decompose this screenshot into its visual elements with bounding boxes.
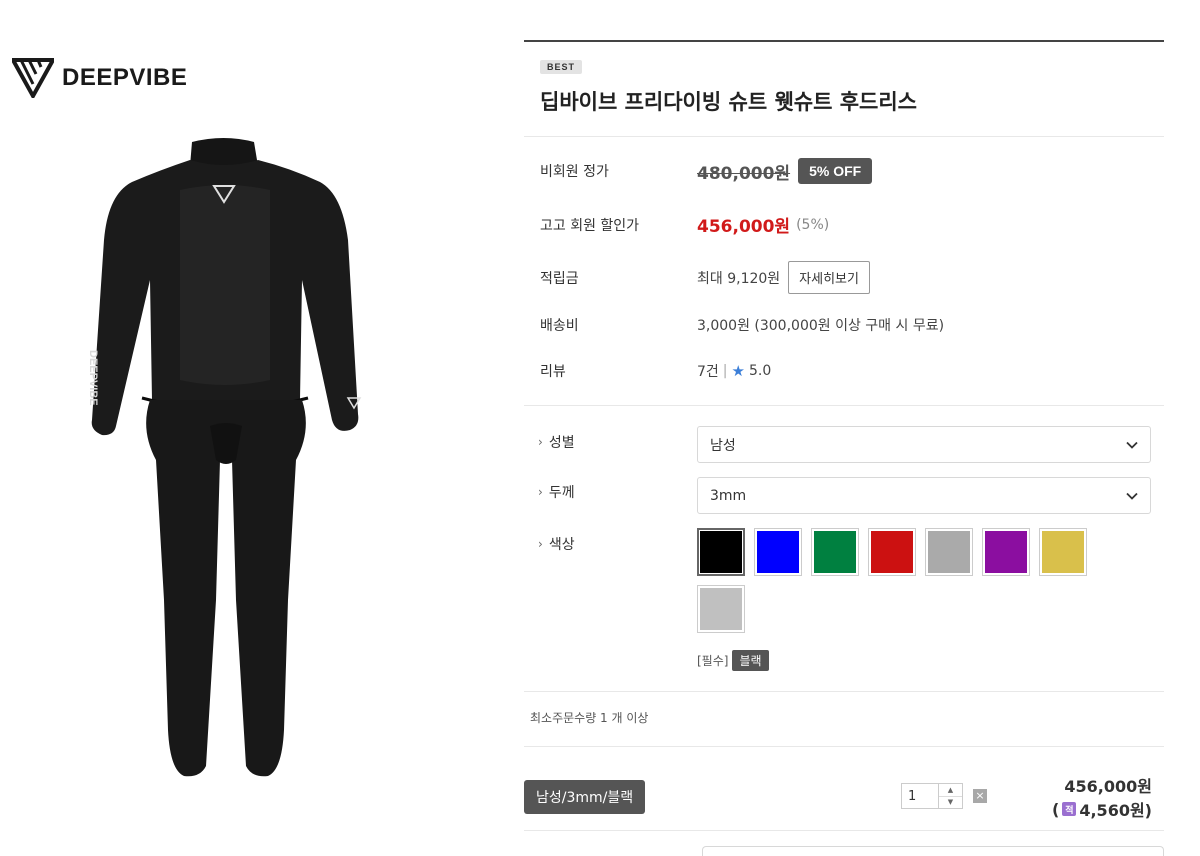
thickness-select[interactable]: 3mm <box>697 477 1151 514</box>
selected-option-tag: 남성/3mm/블랙 <box>524 780 646 814</box>
option-thickness-label: › 두께 <box>538 485 575 501</box>
product-image[interactable]: DEEPVIBE <box>70 130 390 790</box>
shipping-row: 배송비 3,000원 (300,000원 이상 구매 시 무료) <box>540 315 944 335</box>
points-icon: 적 <box>1062 802 1077 816</box>
color-swatches <box>697 528 1097 633</box>
color-swatch-fill <box>871 531 913 573</box>
wetsuit-image: DEEPVIBE <box>87 138 362 777</box>
quantity-down-icon[interactable]: ▼ <box>939 795 962 809</box>
points-detail-button[interactable]: 자세히보기 <box>788 261 870 294</box>
member-price-row: 고고 회원 할인가 456,000원 (5%) <box>540 212 830 238</box>
sleeve-text: DEEPVIBE <box>87 350 99 406</box>
color-swatch-fill <box>700 588 742 630</box>
deepvibe-logo-icon <box>12 58 54 98</box>
color-swatch-fill <box>700 531 742 573</box>
member-price-value: 456,000원 <box>697 217 791 237</box>
min-order-quantity: 최소주문수량 1 개 이상 <box>530 711 649 725</box>
color-swatch-fill <box>1042 531 1084 573</box>
points-value: 최대 9,120원 <box>697 270 781 287</box>
chevron-down-icon <box>1126 441 1138 449</box>
points-row: 적립금 최대 9,120원 자세히보기 <box>540 261 870 294</box>
line-item-points: ( 적 4,560원) <box>1052 799 1152 821</box>
member-price-pct: (5%) <box>796 216 830 233</box>
product-detail: BEST 딥바이브 프리다이빙 슈트 웻슈트 후드리스 비회원 정가 480,0… <box>524 40 1164 856</box>
member-price-label: 고고 회원 할인가 <box>540 217 640 234</box>
chevron-down-icon <box>1126 492 1138 500</box>
divider <box>524 136 1164 137</box>
quantity-stepper[interactable]: 1 ▲ ▼ <box>901 783 963 809</box>
divider <box>524 691 1164 692</box>
chevron-right-icon: › <box>538 435 543 449</box>
chevron-right-icon: › <box>538 485 543 499</box>
divider <box>524 746 1164 747</box>
selected-color-name: 블랙 <box>732 650 769 671</box>
color-swatch[interactable] <box>697 585 745 633</box>
list-price-row: 비회원 정가 480,000원 5% OFF <box>540 158 873 184</box>
line-item-price: 456,000원 ( 적 4,560원) <box>1052 773 1152 821</box>
shipping-value: 3,000원 (300,000원 이상 구매 시 무료) <box>697 318 945 334</box>
review-count[interactable]: 7건 <box>697 361 719 381</box>
review-rating: 5.0 <box>748 363 772 379</box>
chevron-right-icon: › <box>538 537 543 551</box>
brand-logo[interactable]: DEEPVIBE <box>12 58 187 98</box>
list-price-label: 비회원 정가 <box>540 164 609 180</box>
line-item-amount: 456,000원 <box>1064 777 1152 796</box>
star-icon: ★ <box>731 362 745 380</box>
list-price-value: 480,000원 <box>697 163 791 184</box>
color-swatch[interactable] <box>754 528 802 576</box>
color-swatch-fill <box>985 531 1027 573</box>
quantity-control: 1 ▲ ▼ × <box>901 783 987 809</box>
quantity-input[interactable]: 1 <box>902 789 938 804</box>
color-swatch[interactable] <box>697 528 745 576</box>
next-section-box <box>702 846 1164 856</box>
gender-select[interactable]: 남성 <box>697 426 1151 463</box>
option-gender-label: › 성별 <box>538 435 575 451</box>
color-swatch[interactable] <box>925 528 973 576</box>
divider <box>524 830 1164 831</box>
review-label: 리뷰 <box>540 364 566 380</box>
color-swatch[interactable] <box>982 528 1030 576</box>
discount-badge: 5% OFF <box>798 158 873 184</box>
points-label: 적립금 <box>540 270 579 287</box>
color-swatch-fill <box>814 531 856 573</box>
color-swatch[interactable] <box>868 528 916 576</box>
selected-color-indicator: [필수] 블랙 <box>697 650 769 671</box>
thickness-selected: 3mm <box>710 487 747 504</box>
remove-item-button[interactable]: × <box>973 789 987 803</box>
color-swatch-fill <box>757 531 799 573</box>
best-badge: BEST <box>540 60 583 74</box>
review-separator: | <box>722 363 728 379</box>
divider <box>524 405 1164 406</box>
gender-selected: 남성 <box>710 437 736 454</box>
product-title: 딥바이브 프리다이빙 슈트 웻슈트 후드리스 <box>540 90 918 114</box>
required-prefix: [필수] <box>697 654 729 668</box>
shipping-label: 배송비 <box>540 318 579 334</box>
brand-name: DEEPVIBE <box>62 64 188 91</box>
top-divider <box>524 40 1164 42</box>
review-row: 리뷰 7건 | ★ 5.0 <box>540 361 771 381</box>
color-swatch-fill <box>928 531 970 573</box>
color-swatch[interactable] <box>811 528 859 576</box>
quantity-up-icon[interactable]: ▲ <box>939 784 962 796</box>
option-color-label: › 색상 <box>538 537 575 553</box>
color-swatch[interactable] <box>1039 528 1087 576</box>
